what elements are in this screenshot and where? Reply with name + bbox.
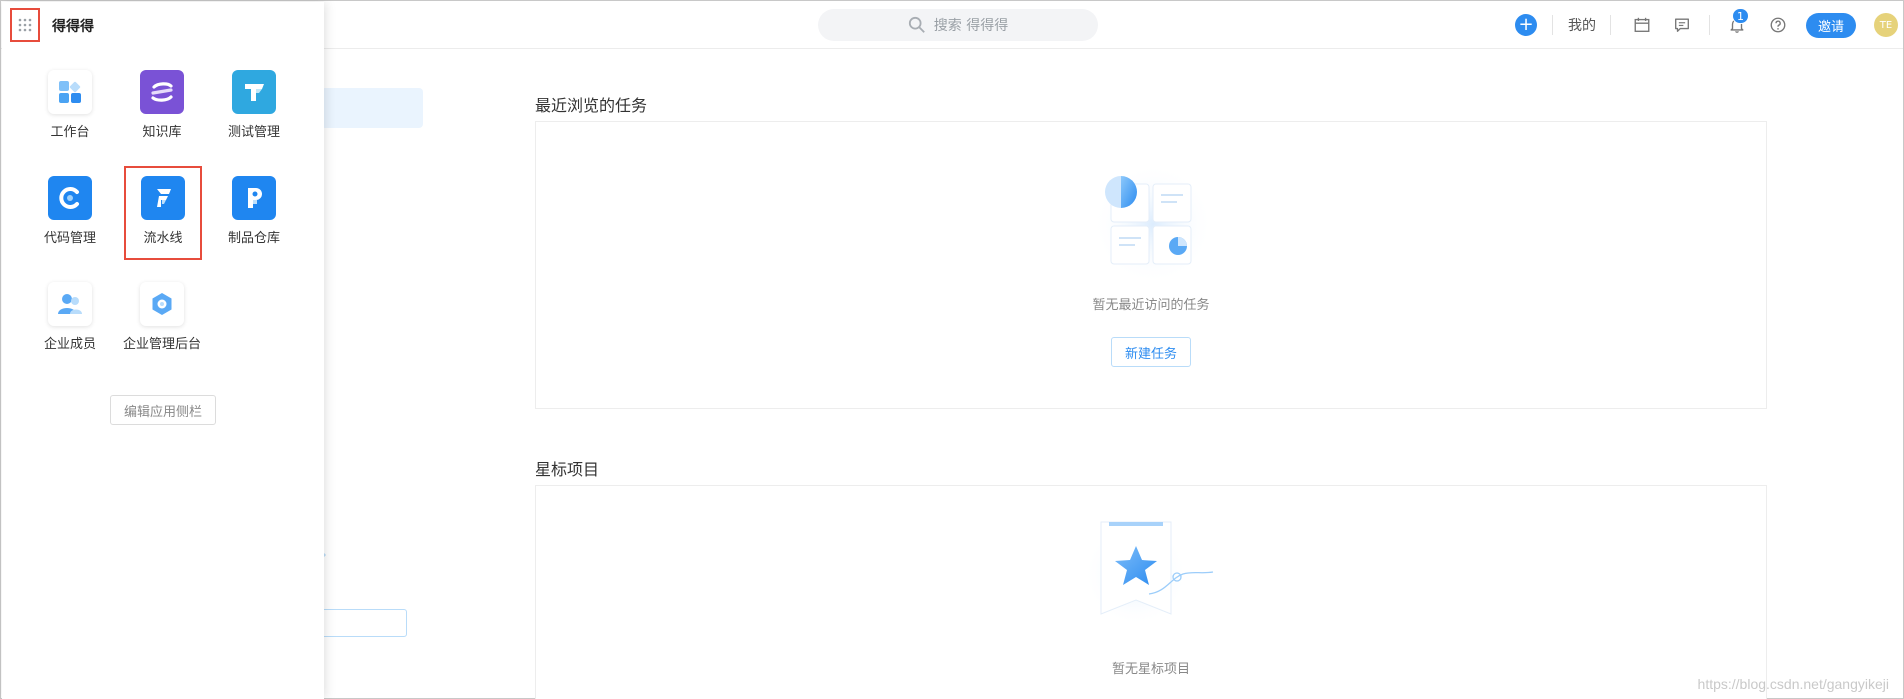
notification-badge: 1 — [1732, 8, 1749, 24]
app-label: 工作台 — [50, 125, 90, 140]
watermark: https://blog.csdn.net/gangyikeji — [1697, 676, 1889, 692]
calendar-icon — [1634, 17, 1650, 32]
app-label: 制品仓库 — [227, 231, 280, 246]
pipeline-icon — [141, 176, 185, 220]
app-label: 流水线 — [143, 231, 183, 246]
admin-console-icon — [140, 282, 184, 326]
recent-tasks-empty-text: 暂无最近访问的任务 — [1092, 298, 1210, 313]
divider — [1709, 15, 1710, 35]
app-admin-console[interactable]: 企业管理后台 — [116, 282, 208, 362]
members-icon — [48, 282, 92, 326]
app-label: 企业成员 — [43, 337, 96, 352]
help-icon — [1770, 17, 1786, 33]
new-task-button[interactable]: 新建任务 — [1111, 337, 1191, 367]
recent-tasks-card: 暂无最近访问的任务 新建任务 — [535, 121, 1767, 409]
divider — [1552, 15, 1553, 35]
test-management-icon — [232, 70, 276, 114]
user-avatar[interactable]: TE — [1874, 13, 1898, 37]
code-management-icon — [48, 176, 92, 220]
starred-projects-title: 星标项目 — [535, 460, 600, 479]
app-knowledge-base[interactable]: 知识库 — [116, 70, 208, 150]
knowledge-base-icon — [140, 70, 184, 114]
grid-dots-icon — [18, 18, 32, 32]
starred-empty-text: 暂无星标项目 — [1111, 662, 1190, 677]
drawer-title: 得得得 — [52, 19, 94, 35]
create-plus-button[interactable]: + — [1515, 14, 1537, 36]
search-icon — [908, 16, 925, 33]
app-code-management[interactable]: 代码管理 — [24, 176, 116, 256]
app-grid-button[interactable] — [10, 8, 40, 42]
app-artifact-repo[interactable]: 制品仓库 — [208, 176, 300, 256]
drawer-header: 得得得 — [2, 2, 324, 48]
mine-link[interactable]: 我的 — [1568, 15, 1596, 35]
empty-tasks-illustration — [1093, 164, 1213, 284]
app-test-management[interactable]: 测试管理 — [208, 70, 300, 150]
recent-tasks-title: 最近浏览的任务 — [535, 96, 648, 115]
empty-starred-illustration — [1084, 521, 1214, 626]
plus-icon: + — [1518, 14, 1534, 35]
app-label: 测试管理 — [227, 125, 280, 140]
app-label: 企业管理后台 — [122, 337, 201, 352]
nav-input-remnant — [321, 609, 407, 637]
edit-app-sidebar-button[interactable]: 编辑应用侧栏 — [110, 395, 216, 425]
global-search[interactable]: 搜索 得得得 — [818, 9, 1098, 41]
nav-active-item-background — [321, 88, 423, 128]
help-button[interactable] — [1767, 14, 1789, 36]
message-icon — [1675, 18, 1689, 32]
app-members[interactable]: 企业成员 — [24, 282, 116, 362]
app-label: 代码管理 — [43, 231, 96, 246]
invite-button[interactable]: 邀请 — [1806, 13, 1856, 38]
calendar-button[interactable] — [1631, 14, 1653, 36]
starred-projects-card: 暂无星标项目 — [535, 485, 1767, 699]
search-placeholder: 搜索 得得得 — [933, 18, 1009, 34]
divider — [1610, 15, 1611, 35]
app-label: 知识库 — [142, 125, 182, 140]
artifact-repo-icon — [232, 176, 276, 220]
messages-button[interactable] — [1671, 14, 1693, 36]
app-workbench[interactable]: 工作台 — [24, 70, 116, 150]
workbench-icon — [48, 70, 92, 114]
app-pipeline[interactable]: 流水线 — [124, 166, 202, 260]
app-drawer: 得得得 工作台 知识库 测试管理 代码管理 流水线 制品仓库 企业成员 企业管理… — [2, 2, 324, 699]
